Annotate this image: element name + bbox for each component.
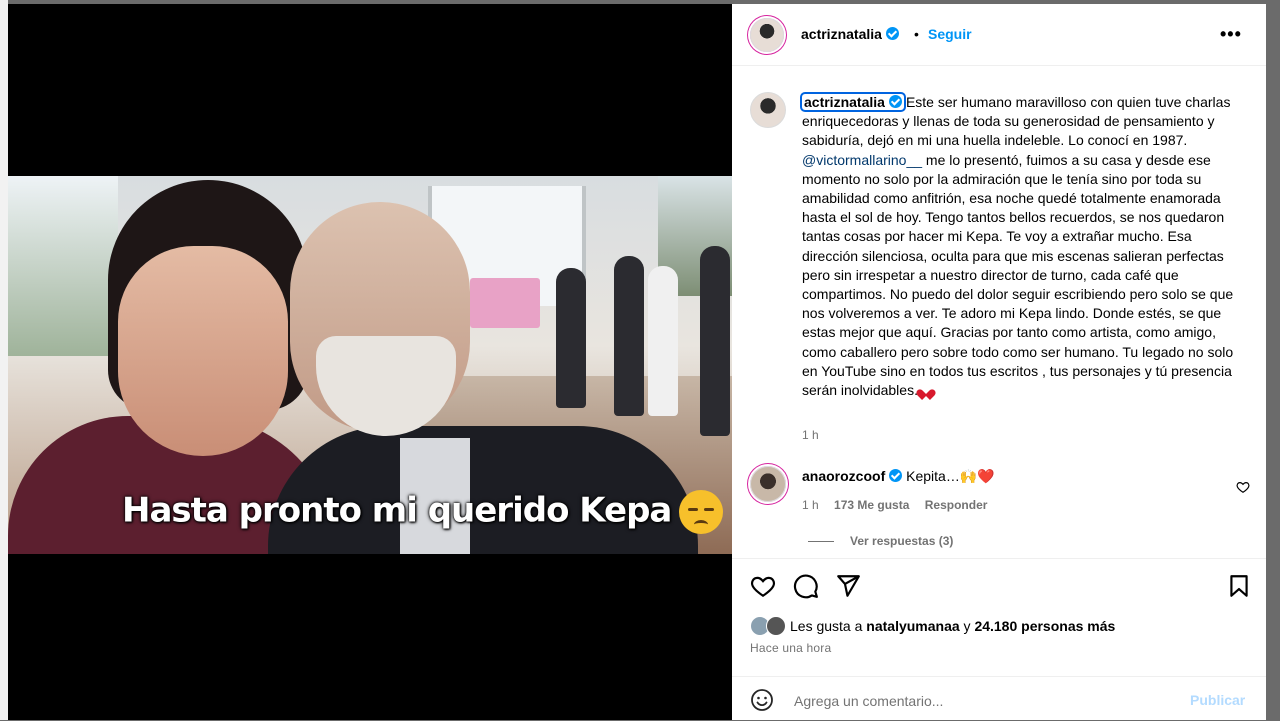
photo-woman-face <box>118 246 288 456</box>
caption-timestamp[interactable]: 1 h <box>802 428 819 442</box>
likes-count-link[interactable]: 24.180 personas más <box>974 618 1115 634</box>
emoji-picker-icon[interactable] <box>750 688 774 712</box>
comment-input[interactable] <box>792 689 1176 713</box>
post-details-panel: actriznatalia • Seguir ••• actriznatalia… <box>732 4 1266 720</box>
caption-author-avatar[interactable] <box>750 92 786 128</box>
more-options-icon[interactable]: ••• <box>1220 24 1242 45</box>
photo-background-person <box>556 268 586 408</box>
comment-text: Kepita…🙌❤️ <box>906 468 995 484</box>
commenter-username[interactable]: anaorozcoof <box>802 468 885 484</box>
commenter-username-link[interactable]: anaorozcoof <box>802 468 903 484</box>
broken-heart-icon <box>920 385 932 396</box>
like-heart-icon[interactable] <box>750 573 776 599</box>
author-avatar[interactable] <box>750 18 784 52</box>
background-page-edge <box>0 0 8 720</box>
caption-text-part2: me lo presentó, fuimos a su casa y desde… <box>802 151 1234 399</box>
photo-overlay-caption: Hasta pronto mi querido Kepa <box>122 490 724 534</box>
likes-middle: y <box>959 618 975 634</box>
photo-background-person <box>648 266 678 416</box>
author-username-link[interactable]: actriznatalia <box>801 26 899 42</box>
share-paper-plane-icon[interactable] <box>835 573 861 599</box>
photo-window-left <box>8 176 118 356</box>
author-username[interactable]: actriznatalia <box>801 26 882 42</box>
photo-overlay-text: Hasta pronto mi querido Kepa <box>122 490 672 531</box>
photo-background-person <box>700 246 730 436</box>
reply-button[interactable]: Responder <box>925 498 988 512</box>
comment: anaorozcoof Kepita…🙌❤️ <box>802 468 995 485</box>
comment-bubble-icon[interactable] <box>793 573 819 599</box>
caption-mention-link[interactable]: @victormallarino__ <box>802 152 922 168</box>
comment-timestamp[interactable]: 1 h <box>802 498 819 512</box>
comments-scroll-area[interactable]: actriznatalia Este ser humano maravilloso… <box>732 66 1266 558</box>
verified-badge-icon <box>889 469 903 482</box>
post-header: actriznatalia • Seguir ••• <box>732 4 1266 66</box>
post-media[interactable]: Hasta pronto mi querido Kepa <box>8 4 732 720</box>
publish-button[interactable]: Publicar <box>1190 692 1245 708</box>
follow-button[interactable]: Seguir <box>928 26 972 42</box>
post-caption: actriznatalia Este ser humano maravilloso… <box>800 92 1242 400</box>
liker-avatars[interactable] <box>750 616 788 636</box>
like-comment-heart-icon[interactable] <box>1236 480 1250 494</box>
likes-prefix: Les gusta a <box>790 618 867 634</box>
photo-background-person <box>614 256 644 416</box>
likes-user-link[interactable]: natalyumanaa <box>866 618 959 634</box>
save-bookmark-icon[interactable] <box>1226 573 1252 599</box>
photo-banner <box>470 278 540 328</box>
post-photo: Hasta pronto mi querido Kepa <box>8 176 732 554</box>
view-replies-button[interactable]: Ver respuestas (3) <box>808 534 953 548</box>
caption-username-link[interactable]: actriznatalia <box>800 92 906 112</box>
commenter-avatar[interactable] <box>750 466 786 502</box>
disappointed-face-icon <box>679 490 724 534</box>
caption-username[interactable]: actriznatalia <box>804 94 885 110</box>
header-separator: • <box>914 26 919 42</box>
liker-avatar[interactable] <box>766 616 786 636</box>
add-comment-bar: Publicar <box>732 676 1266 721</box>
verified-badge-icon <box>885 27 899 40</box>
post-timestamp[interactable]: Hace una hora <box>750 641 831 655</box>
likes-summary: Les gusta a natalyumanaa y 24.180 person… <box>750 616 1115 636</box>
comment-likes-count[interactable]: 173 Me gusta <box>834 498 909 512</box>
comment-meta: 1 h 173 Me gusta Responder <box>802 498 987 512</box>
verified-badge-icon <box>888 95 902 108</box>
